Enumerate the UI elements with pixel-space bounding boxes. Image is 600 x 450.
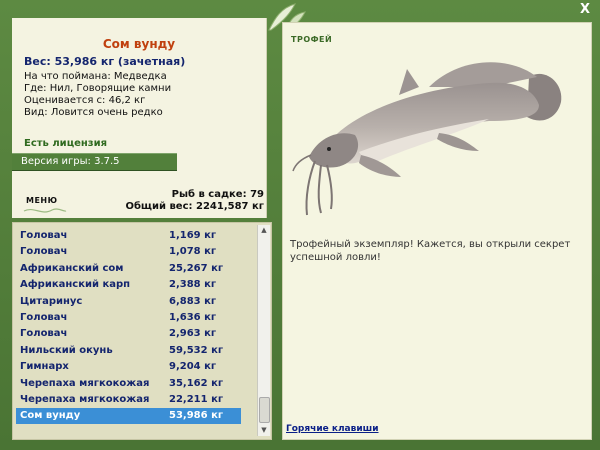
catch-fish-weight: 53,986 кг xyxy=(169,410,224,422)
catch-list-row[interactable]: Головач 1,169 кг xyxy=(16,228,241,244)
catch-fish-name: Черепаха мягкокожая xyxy=(20,377,150,389)
catch-list-row[interactable]: Черепаха мягкокожая 35,162 кг xyxy=(16,376,241,392)
fish-value: Оценивается с: 46,2 кг xyxy=(24,95,146,106)
catch-list-row[interactable]: Головач 1,078 кг xyxy=(16,244,241,260)
catch-fish-name: Африканский карп xyxy=(20,279,131,291)
catch-list-row[interactable]: Головач 2,963 кг xyxy=(16,326,241,342)
catch-fish-name: Черепаха мягкокожая xyxy=(20,394,150,405)
catfish-image xyxy=(292,62,562,216)
license-status: Есть лицензия xyxy=(24,138,108,149)
fish-name: Сом вунду xyxy=(102,37,176,51)
catch-list-row[interactable]: Африканский карп 2,388 кг xyxy=(16,277,241,293)
catch-list-row[interactable]: Сом вунду 53,986 кг xyxy=(16,408,241,425)
catch-list-row[interactable]: Цитаринус 6,883 кг xyxy=(16,294,241,310)
catch-list[interactable]: Головач 1,169 кг Головач 1,078 кг Африкански… xyxy=(12,222,272,440)
catch-list-row[interactable]: Африканский сом 25,267 кг xyxy=(16,261,241,277)
hotkeys-link[interactable]: Горячие клавиши xyxy=(286,424,379,434)
catch-fish-weight: 1,169 кг xyxy=(169,230,217,241)
catch-fish-name: Головач xyxy=(20,312,68,323)
menu-flourish-icon xyxy=(23,208,67,213)
catch-list-scrollbar[interactable]: ▲ ▼ xyxy=(257,225,270,436)
catch-fish-weight: 6,883 кг xyxy=(169,295,217,307)
catch-fish-weight: 2,963 кг xyxy=(169,328,217,340)
catch-list-row[interactable]: Нильский окунь 59,532 кг xyxy=(16,343,241,359)
catch-fish-weight: 35,162 кг xyxy=(169,377,224,389)
fish-count: Рыб в садке: 79 xyxy=(171,189,264,200)
catch-fish-weight: 59,532 кг xyxy=(169,344,224,356)
catch-fish-weight: 22,211 кг xyxy=(169,394,224,405)
catch-list-row[interactable]: Головач 1,636 кг xyxy=(16,310,241,326)
fish-rarity: Вид: Ловится очень редко xyxy=(24,107,163,118)
catch-fish-weight: 1,636 кг xyxy=(169,312,217,323)
scroll-up-icon[interactable]: ▲ xyxy=(258,225,270,236)
menu-button[interactable]: МЕНЮ xyxy=(26,196,58,205)
trophy-panel: ТРОФЕЙ Трофейный экземпляр! Кажется, вы … xyxy=(282,22,592,440)
catch-fish-name: Цитаринус xyxy=(20,295,83,307)
catch-fish-weight: 1,078 кг xyxy=(169,246,217,258)
fish-bait: На что поймана: Медведка xyxy=(24,71,167,82)
scroll-down-icon[interactable]: ▼ xyxy=(258,425,270,436)
trophy-label: ТРОФЕЙ xyxy=(291,35,333,44)
catch-fish-name: Нильский окунь xyxy=(20,344,113,356)
catch-stats: Рыб в садке: 79 Общий вес: 2241,587 кг xyxy=(125,189,264,213)
catch-fish-weight: 2,388 кг xyxy=(169,279,217,291)
catch-fish-weight: 9,204 кг xyxy=(169,361,217,373)
catch-fish-weight: 25,267 кг xyxy=(169,262,224,274)
catch-fish-name: Сом вунду xyxy=(20,410,81,422)
fish-info-panel: Сом вунду Вес: 53,986 кг (зачетная) На ч… xyxy=(12,18,267,218)
fish-weight: Вес: 53,986 кг (зачетная) xyxy=(24,55,186,68)
catch-list-row[interactable]: Гимнарх 9,204 кг xyxy=(16,359,241,375)
close-button[interactable]: X xyxy=(578,3,592,17)
catch-list-row[interactable]: Черепаха мягкокожая 22,211 кг xyxy=(16,392,241,408)
catch-fish-name: Головач xyxy=(20,230,68,241)
scroll-thumb[interactable] xyxy=(259,397,270,423)
catch-fish-name: Гимнарх xyxy=(20,361,69,373)
catch-fish-name: Африканский сом xyxy=(20,262,124,274)
catch-fish-name: Головач xyxy=(20,328,68,340)
trophy-message: Трофейный экземпляр! Кажется, вы открыли… xyxy=(290,239,571,263)
fish-location: Где: Нил, Говорящие камни xyxy=(24,83,172,94)
catch-fish-name: Головач xyxy=(20,246,68,258)
total-weight: Общий вес: 2241,587 кг xyxy=(125,201,264,212)
game-window: X Сом вунду Вес: 53,986 кг (зачетная) На… xyxy=(0,0,600,450)
game-version: Версия игры: 3.7.5 xyxy=(12,153,177,171)
